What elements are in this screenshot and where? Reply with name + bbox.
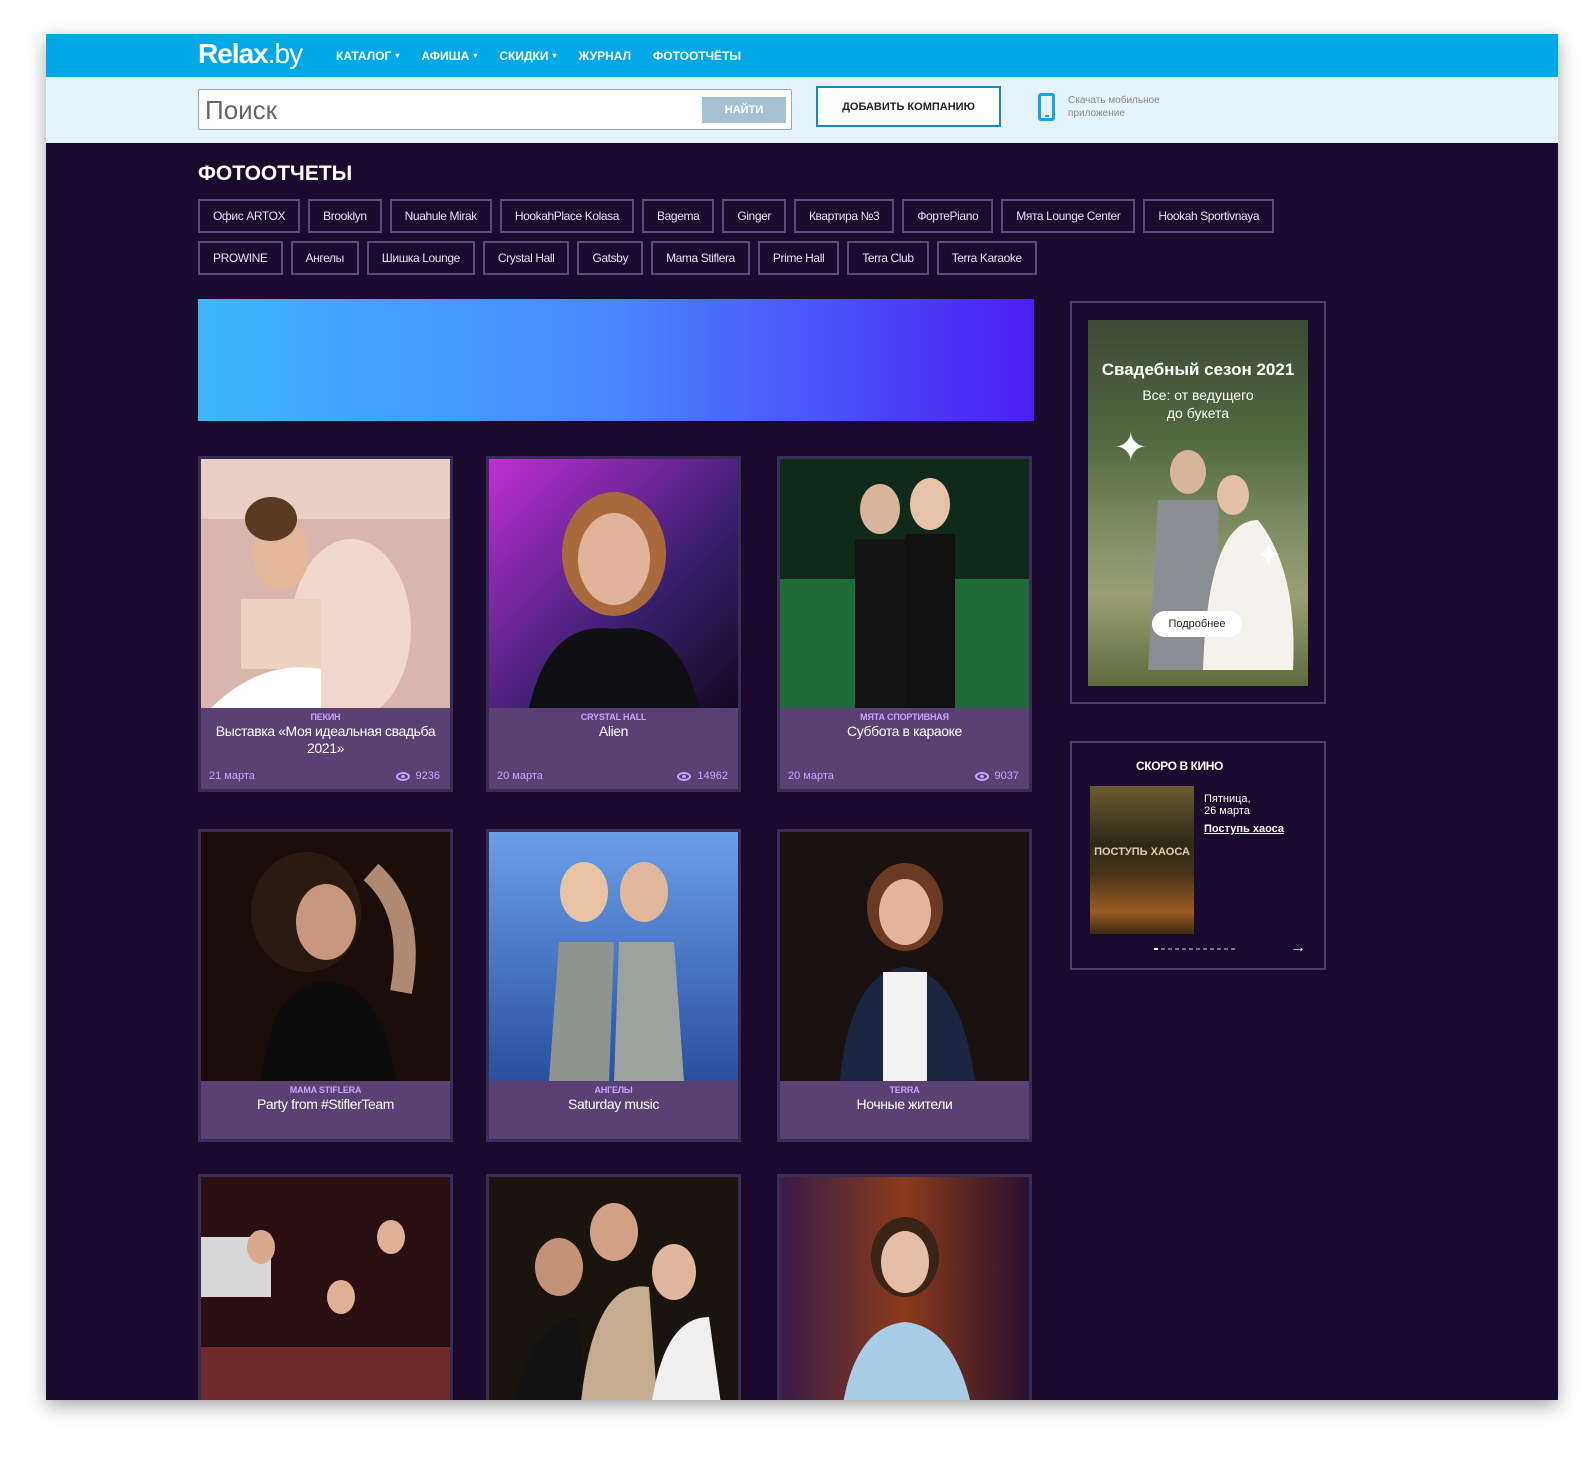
eye-icon — [677, 771, 692, 781]
venue-tag[interactable]: HookahPlace Kolasa — [499, 199, 635, 233]
report-photo — [201, 832, 450, 1081]
sparkle-icon: ✦ — [1114, 426, 1148, 470]
report-photo — [489, 832, 738, 1081]
sidebar-ad: Свадебный сезон 2021 Все: от ведущего до … — [1070, 301, 1326, 704]
report-views: 9236 — [395, 770, 440, 782]
report-photo — [780, 459, 1029, 708]
carousel-dots[interactable] — [1154, 948, 1235, 950]
report-photo — [201, 1177, 450, 1400]
ad-more-button[interactable]: Подробнее — [1152, 611, 1242, 637]
sparkle-icon: ✦ — [1256, 539, 1282, 572]
chevron-down-icon: ▾ — [552, 51, 557, 60]
venue-label: МЯТА СПОРТИВНАЯ — [860, 712, 949, 722]
site-logo[interactable]: Relax.by — [198, 38, 303, 70]
report-date: 21 марта — [209, 770, 255, 782]
film-poster[interactable]: ПОСТУПЬ ХАОСА — [1090, 786, 1194, 934]
add-company-button[interactable]: ДОБАВИТЬ КОМПАНИЮ — [816, 86, 1001, 127]
search-button[interactable]: НАЙТИ — [702, 97, 786, 123]
venue-tag[interactable]: Terra Club — [847, 241, 929, 275]
photo-report-card[interactable]: TERRA Ночные жители — [777, 829, 1032, 1142]
eye-icon — [974, 771, 989, 781]
report-title: Ночные жители — [856, 1096, 953, 1112]
report-views: 9037 — [974, 770, 1019, 782]
report-photo — [489, 1177, 738, 1400]
cinema-widget-title: СКОРО В КИНО — [1136, 759, 1223, 773]
venue-label: MAMA STIFLERA — [289, 1085, 362, 1095]
venue-tag[interactable]: Квартира №3 — [793, 199, 895, 233]
venue-tag[interactable]: Gatsby — [577, 241, 644, 275]
nav-afisha[interactable]: АФИША ▾ — [421, 49, 477, 63]
venue-tag[interactable]: Шишка Lounge — [366, 241, 475, 275]
venue-tag[interactable]: ФортеPiano — [902, 199, 994, 233]
venue-tag-list: Офис ARTOX Brooklyn Nuahule Mirak Hookah… — [198, 199, 1308, 275]
nav-photoreports[interactable]: ФОТООТЧЁТЫ — [653, 49, 741, 63]
promo-banner[interactable] — [198, 299, 1034, 421]
photo-report-card[interactable] — [486, 1174, 741, 1400]
wedding-ad-image[interactable]: Свадебный сезон 2021 Все: от ведущего до … — [1088, 320, 1308, 686]
venue-tag[interactable]: Brooklyn — [308, 199, 382, 233]
photo-report-card[interactable]: CRYSTAL HALL Alien 20 марта 14962 — [486, 456, 741, 792]
venue-label: АНГЕЛЫ — [594, 1085, 633, 1095]
eye-icon — [395, 771, 410, 781]
report-date: 20 марта — [788, 770, 834, 782]
chevron-down-icon: ▾ — [395, 51, 400, 60]
page-title: ФОТООТЧЕТЫ — [198, 162, 353, 185]
venue-tag[interactable]: Офис ARTOX — [198, 199, 301, 233]
poster-title: ПОСТУПЬ ХАОСА — [1094, 846, 1190, 858]
venue-tag[interactable]: Ginger — [722, 199, 786, 233]
venue-tag[interactable]: Ангелы — [290, 241, 359, 275]
main-nav: КАТАЛОГ ▾ АФИША ▾ СКИДКИ ▾ ЖУРНАЛ ФОТООТЧЁТ… — [336, 34, 741, 77]
report-photo — [780, 832, 1029, 1081]
search-bar: НАЙТИ ДОБАВИТЬ КОМПАНИЮ Скачать мобильно… — [46, 77, 1558, 143]
report-meta: 21 марта 9236 — [209, 770, 440, 782]
search-box: НАЙТИ — [198, 89, 792, 130]
report-views: 14962 — [677, 770, 728, 782]
photo-report-card[interactable] — [777, 1174, 1032, 1400]
search-input[interactable] — [205, 94, 685, 126]
report-title: Выставка «Моя идеальная свадьба 2021» — [215, 723, 436, 756]
photo-report-card[interactable]: ПЕКИН Выставка «Моя идеальная свадьба 20… — [198, 456, 453, 792]
report-title: Saturday music — [568, 1096, 659, 1112]
report-title: Alien — [598, 723, 629, 739]
report-title: Party from #StiflerTeam — [256, 1096, 395, 1112]
venue-label: ПЕКИН — [310, 712, 341, 722]
browser-page: Relax.by КАТАЛОГ ▾ АФИША ▾ СКИДКИ ▾ ЖУРНАЛ … — [46, 34, 1558, 1400]
report-photo — [489, 459, 738, 708]
photo-report-card[interactable] — [198, 1174, 453, 1400]
venue-label: CRYSTAL HALL — [580, 712, 647, 722]
venue-tag[interactable]: Crystal Hall — [482, 241, 570, 275]
nav-catalog[interactable]: КАТАЛОГ ▾ — [336, 49, 399, 63]
photo-report-card[interactable]: АНГЕЛЫ Saturday music — [486, 829, 741, 1142]
film-release-date: Пятница, 26 марта — [1204, 793, 1251, 817]
film-title-link[interactable]: Поступь хаоса — [1204, 823, 1284, 835]
venue-tag[interactable]: Мята Lounge Center — [1001, 199, 1136, 233]
report-meta: 20 марта 14962 — [497, 770, 728, 782]
mobile-phone-icon[interactable] — [1038, 93, 1055, 121]
report-meta: 20 марта 9037 — [788, 770, 1019, 782]
venue-tag[interactable]: Prime Hall — [757, 241, 840, 275]
download-app-link[interactable]: Скачать мобильное приложение — [1068, 94, 1198, 120]
coming-soon-cinema-widget: СКОРО В КИНО ПОСТУПЬ ХАОСА Пятница, 26 ма… — [1070, 741, 1326, 970]
venue-tag[interactable]: Hookah Sportivnaya — [1143, 199, 1275, 233]
photo-report-card[interactable]: MAMA STIFLERA Party from #StiflerTeam — [198, 829, 453, 1142]
venue-tag[interactable]: Mama Stiflera — [651, 241, 750, 275]
venue-tag[interactable]: Nuahule Mirak — [389, 199, 492, 233]
venue-label: TERRA — [889, 1085, 920, 1095]
venue-tag[interactable]: Terra Karaoke — [936, 241, 1037, 275]
photo-report-card[interactable]: МЯТА СПОРТИВНАЯ Суббота в караоке 20 мар… — [777, 456, 1032, 792]
venue-tag[interactable]: Bagema — [642, 199, 715, 233]
report-title: Суббота в караоке — [847, 723, 962, 739]
report-photo — [201, 459, 450, 708]
ad-subtitle: Все: от ведущего до букета — [1142, 387, 1254, 421]
report-photo — [780, 1177, 1029, 1400]
report-date: 20 марта — [497, 770, 543, 782]
top-navigation-bar: Relax.by КАТАЛОГ ▾ АФИША ▾ СКИДКИ ▾ ЖУРНАЛ … — [46, 34, 1558, 77]
nav-discounts[interactable]: СКИДКИ ▾ — [499, 49, 556, 63]
ad-title: Свадебный сезон 2021 — [1101, 360, 1295, 379]
chevron-down-icon: ▾ — [473, 51, 478, 60]
venue-tag[interactable]: PROWINE — [198, 241, 283, 275]
nav-journal[interactable]: ЖУРНАЛ — [578, 49, 631, 63]
arrow-right-icon[interactable]: → — [1290, 939, 1306, 957]
